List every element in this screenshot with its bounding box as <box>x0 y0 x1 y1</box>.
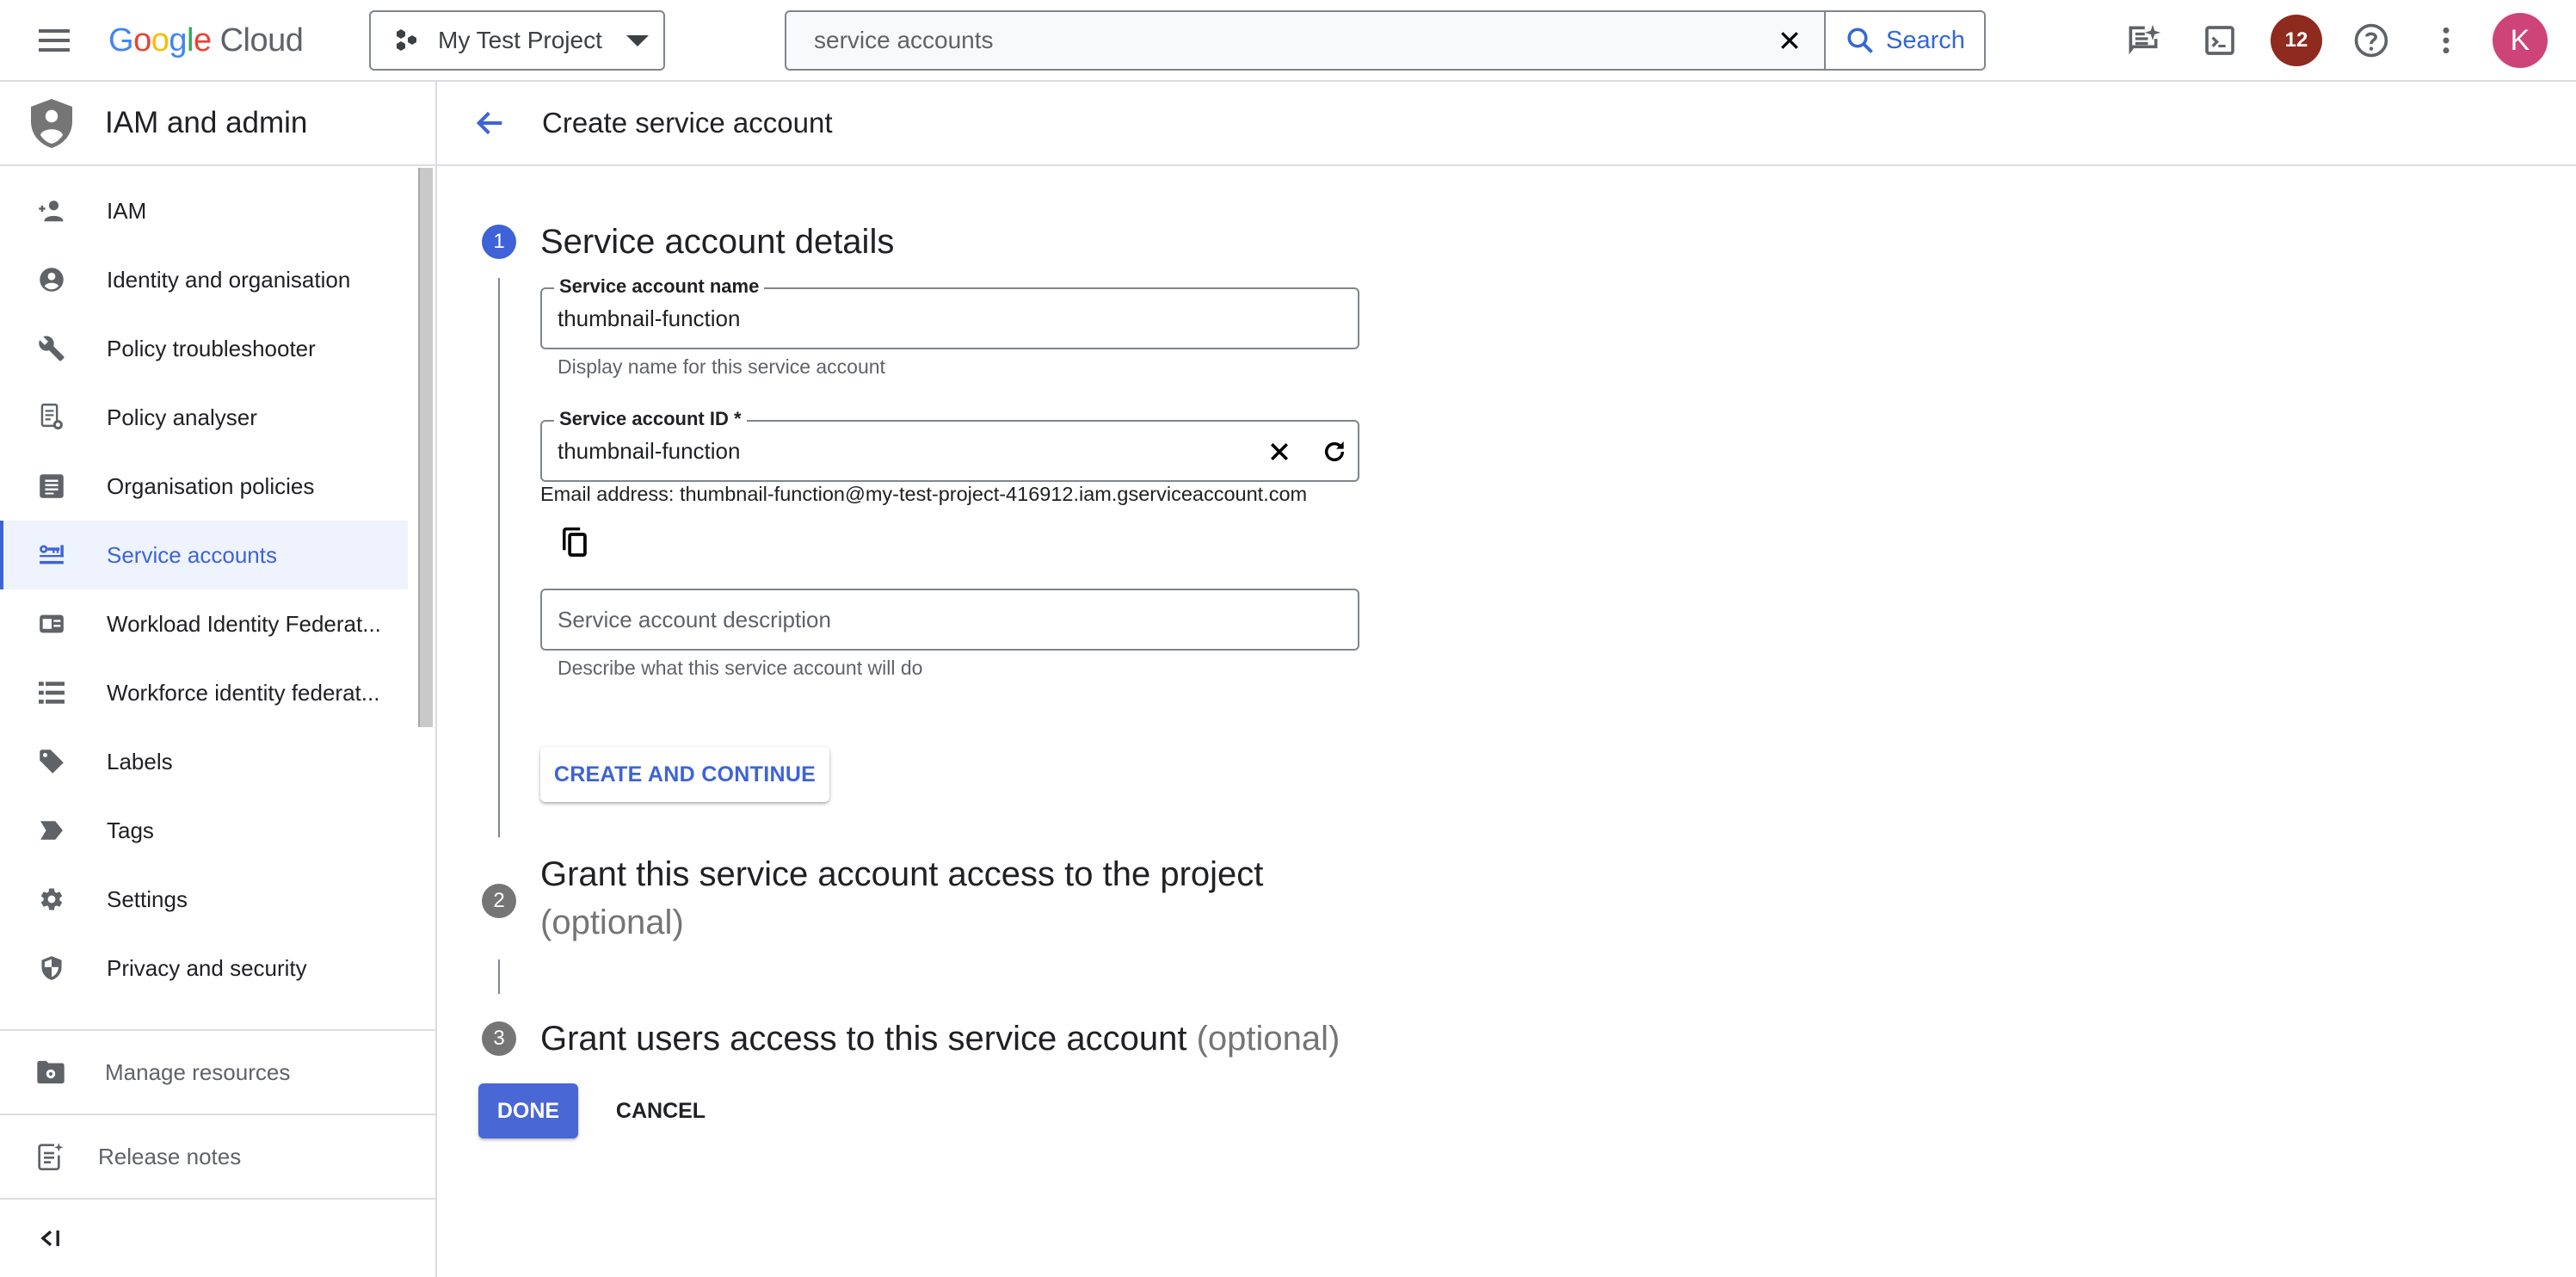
main-menu-button[interactable] <box>34 21 74 60</box>
page-header: Create service account <box>437 82 2576 166</box>
top-app-bar: Google Cloud My Test Project Search <box>0 0 2576 82</box>
service-account-name-hint: Display name for this service account <box>558 355 885 378</box>
service-account-name-input[interactable] <box>558 289 1263 348</box>
google-cloud-logo[interactable]: Google Cloud <box>108 17 304 64</box>
step-2-number: 2 <box>482 884 516 918</box>
service-account-id-field: Service account ID * <box>540 408 1359 482</box>
label-tag-icon <box>38 748 65 775</box>
collapse-sidebar-button[interactable] <box>0 1198 435 1277</box>
step-1-number: 1 <box>482 225 516 259</box>
step-2-title[interactable]: Grant this service account access to the… <box>540 850 1401 947</box>
chevron-down-icon <box>626 34 649 46</box>
email-address-text: Email address: thumbnail-function@my-tes… <box>540 483 1308 505</box>
search-bar: Search <box>785 10 1986 71</box>
service-account-id-input[interactable] <box>558 422 1263 480</box>
refresh-icon <box>1324 441 1345 462</box>
person-add-icon <box>38 197 65 225</box>
back-button[interactable] <box>468 101 513 145</box>
folder-settings-icon <box>37 1060 65 1084</box>
gear-icon <box>38 885 65 913</box>
gemini-chat-button[interactable] <box>2118 15 2168 65</box>
search-input[interactable] <box>786 12 1755 69</box>
search-icon <box>1847 28 1873 53</box>
sidebar-item-workforce-identity-federation[interactable]: Workforce identity federat... <box>0 658 408 727</box>
regenerate-id-button[interactable] <box>1318 435 1351 468</box>
sidebar-item-tags[interactable]: Tags <box>0 796 408 865</box>
clear-id-button[interactable] <box>1263 435 1296 468</box>
cloud-shell-button[interactable] <box>2195 15 2245 65</box>
step-3-title[interactable]: Grant users access to this service accou… <box>540 1015 1340 1063</box>
service-account-description-field <box>540 589 1359 651</box>
list-icon <box>38 679 65 706</box>
menu-icon-bar <box>39 48 70 52</box>
sidebar-item-iam[interactable]: IAM <box>0 176 408 245</box>
close-icon <box>1781 32 1798 49</box>
gemini-chat-icon <box>2129 24 2161 55</box>
sidebar-title: IAM and admin <box>105 106 308 139</box>
copy-email-button[interactable] <box>558 525 592 559</box>
arrow-back-icon <box>476 111 502 135</box>
help-button[interactable] <box>2346 15 2396 65</box>
sidebar-item-policy-troubleshooter[interactable]: Policy troubleshooter <box>0 314 408 383</box>
sidebar-item-workload-identity-federation[interactable]: Workload Identity Federat... <box>0 589 408 658</box>
cancel-button[interactable]: CANCEL <box>602 1083 719 1138</box>
sidebar-item-privacy-and-security[interactable]: Privacy and security <box>0 934 408 1002</box>
notifications-badge[interactable]: 12 <box>2271 15 2322 66</box>
step-3-number: 3 <box>482 1021 516 1056</box>
close-icon <box>1271 443 1288 460</box>
release-notes-link[interactable]: Release notes <box>0 1114 435 1198</box>
release-notes-label: Release notes <box>98 1143 242 1169</box>
more-vert-icon <box>2443 27 2450 54</box>
service-account-description-hint: Describe what this service account will … <box>558 657 923 679</box>
wrench-icon <box>38 335 65 362</box>
more-options-button[interactable] <box>2421 15 2471 65</box>
stepper-connector <box>498 278 500 837</box>
sidebar: IAM and admin IAM Identity and organisat… <box>0 82 437 1277</box>
logo-cloud-text: Cloud <box>219 22 304 59</box>
sidebar-nav: IAM Identity and organisation Policy tro… <box>0 176 435 1002</box>
sidebar-item-policy-analyser[interactable]: Policy analyser <box>0 383 408 452</box>
search-button[interactable]: Search <box>1824 12 1984 69</box>
cloud-shell-icon <box>2205 26 2234 55</box>
menu-icon-bar <box>39 39 70 42</box>
sidebar-scrollbar[interactable] <box>418 168 433 727</box>
iam-shield-icon <box>31 99 72 148</box>
service-account-description-input[interactable] <box>558 590 1263 649</box>
sidebar-item-settings[interactable]: Settings <box>0 865 408 934</box>
help-icon <box>2354 23 2388 58</box>
policy-analyzer-icon <box>38 404 65 431</box>
account-avatar[interactable]: K <box>2493 13 2548 68</box>
tag-chevron-icon <box>38 817 65 844</box>
manage-resources-label: Manage resources <box>105 1058 291 1085</box>
service-account-name-field: Service account name <box>540 275 1359 349</box>
sidebar-item-organisation-policies[interactable]: Organisation policies <box>0 452 408 521</box>
shield-half-icon <box>38 954 65 982</box>
sidebar-item-labels[interactable]: Labels <box>0 727 408 796</box>
article-icon <box>38 472 65 500</box>
step-1-title[interactable]: Service account details <box>540 218 894 266</box>
project-name: My Test Project <box>438 27 602 53</box>
project-selector[interactable]: My Test Project <box>369 10 665 71</box>
sidebar-item-service-accounts[interactable]: Service accounts <box>0 521 408 589</box>
menu-icon-bar <box>39 29 70 33</box>
search-button-label: Search <box>1886 26 1965 54</box>
copy-icon <box>563 527 587 557</box>
service-account-key-icon <box>38 541 65 569</box>
create-and-continue-button[interactable]: CREATE AND CONTINUE <box>540 747 829 802</box>
sidebar-item-identity-and-organisation[interactable]: Identity and organisation <box>0 245 408 314</box>
collapse-left-icon <box>40 1230 59 1247</box>
done-button[interactable]: DONE <box>478 1083 578 1138</box>
manage-resources-link[interactable]: Manage resources <box>0 1029 435 1114</box>
release-notes-icon <box>38 1143 64 1170</box>
id-card-icon <box>38 610 65 638</box>
account-circle-icon <box>38 266 65 293</box>
sidebar-header: IAM and admin <box>0 82 435 166</box>
project-hex-icon <box>397 29 416 51</box>
clear-search-button[interactable] <box>1755 12 1824 69</box>
stepper-connector <box>498 959 500 994</box>
main-content: Create service account 1 Service account… <box>437 82 2576 1277</box>
page-title: Create service account <box>542 107 833 139</box>
